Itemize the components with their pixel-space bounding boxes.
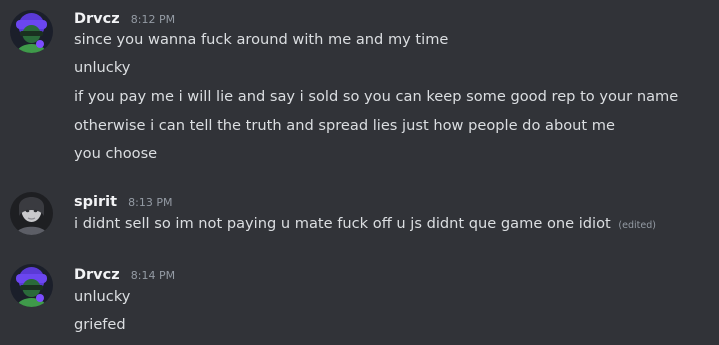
message-timestamp: 8:12 PM xyxy=(130,13,176,26)
message-text: you choose xyxy=(74,145,158,162)
edited-label: (edited) xyxy=(618,220,656,231)
chat-message-list: Drvcz 8:12 PM since you wanna fuck aroun… xyxy=(0,0,719,345)
message-timestamp: 8:13 PM xyxy=(128,196,173,209)
masked-purple-avatar-icon[interactable] xyxy=(10,264,53,307)
username[interactable]: Drvcz xyxy=(74,11,120,27)
message-text: since you wanna fuck around with me and … xyxy=(74,31,449,48)
message-text: unlucky xyxy=(74,59,131,76)
message-text: i didnt sell so im not paying u mate fuc… xyxy=(74,215,611,232)
username[interactable]: Drvcz xyxy=(74,267,120,283)
message-text: unlucky xyxy=(74,288,131,305)
masked-purple-avatar-icon[interactable] xyxy=(10,10,53,53)
username[interactable]: spirit xyxy=(74,194,117,210)
message-text: if you pay me i will lie and say i sold … xyxy=(74,88,679,105)
grayscale-portrait-avatar-icon[interactable] xyxy=(10,192,53,235)
message-text: otherwise i can tell the truth and sprea… xyxy=(74,117,615,134)
message-text: griefed xyxy=(74,316,126,333)
message-text-row: i didnt sell so im not paying u mate fuc… xyxy=(74,214,656,236)
message-timestamp: 8:14 PM xyxy=(130,269,176,282)
